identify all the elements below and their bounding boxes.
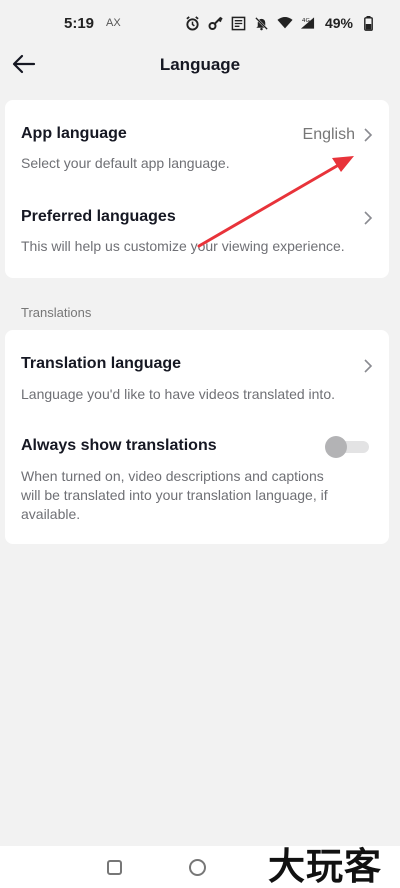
- section-label-translations: Translations: [21, 305, 92, 320]
- always-show-translations-toggle[interactable]: [325, 436, 369, 458]
- app-language-title: App language: [21, 125, 127, 142]
- description-line: When turned on, video descriptions and c…: [21, 468, 324, 484]
- header: Language: [0, 46, 400, 84]
- signal-icon: 4G: [300, 15, 316, 31]
- translation-language-row[interactable]: Translation language Language you'd like…: [5, 330, 389, 412]
- app-language-value: English: [302, 126, 355, 143]
- preferred-languages-title: Preferred languages: [21, 208, 176, 225]
- translation-language-description: Language you'd like to have videos trans…: [21, 386, 336, 402]
- translation-language-title: Translation language: [21, 355, 182, 372]
- back-button[interactable]: [10, 50, 38, 78]
- battery-percentage: 49%: [324, 15, 353, 31]
- toggle-knob: [325, 436, 347, 458]
- app-language-row[interactable]: App language English Select your default…: [5, 100, 389, 188]
- svg-text:4G: 4G: [302, 18, 310, 24]
- language-settings-card: App language English Select your default…: [5, 100, 389, 278]
- translation-settings-card: Translation language Language you'd like…: [5, 330, 389, 544]
- watermark: 大玩客: [268, 845, 382, 888]
- preferred-languages-description: This will help us customize your viewing…: [21, 238, 345, 254]
- vpn-icon: [231, 15, 247, 31]
- status-time: 5:19: [64, 14, 95, 32]
- page-title: Language: [159, 55, 241, 74]
- description-line: available.: [21, 506, 81, 522]
- recent-apps-icon[interactable]: [107, 860, 122, 875]
- chevron-right-icon: [364, 359, 373, 373]
- chevron-right-icon: [364, 211, 373, 225]
- always-show-translations-row: Always show translations When turned on,…: [5, 412, 389, 544]
- status-icons: 4G 49%: [185, 15, 376, 31]
- home-icon[interactable]: [189, 859, 206, 876]
- battery-icon: [360, 15, 376, 31]
- status-bar: 5:19 AX 4G 49%: [0, 0, 400, 46]
- always-show-translations-title: Always show translations: [21, 437, 217, 454]
- alarm-icon: [185, 15, 201, 31]
- mute-icon: [254, 15, 270, 31]
- preferred-languages-row[interactable]: Preferred languages This will help us cu…: [5, 188, 389, 278]
- always-show-translations-description: When turned on, video descriptions and c…: [21, 467, 366, 524]
- wifi-icon: [277, 15, 293, 31]
- description-line: will be translated into your translation…: [21, 487, 328, 503]
- arrow-left-icon: [12, 54, 36, 74]
- key-icon: [208, 15, 224, 31]
- app-language-description: Select your default app language.: [21, 155, 230, 171]
- status-carrier: AX: [106, 17, 121, 29]
- chevron-right-icon: [364, 128, 373, 142]
